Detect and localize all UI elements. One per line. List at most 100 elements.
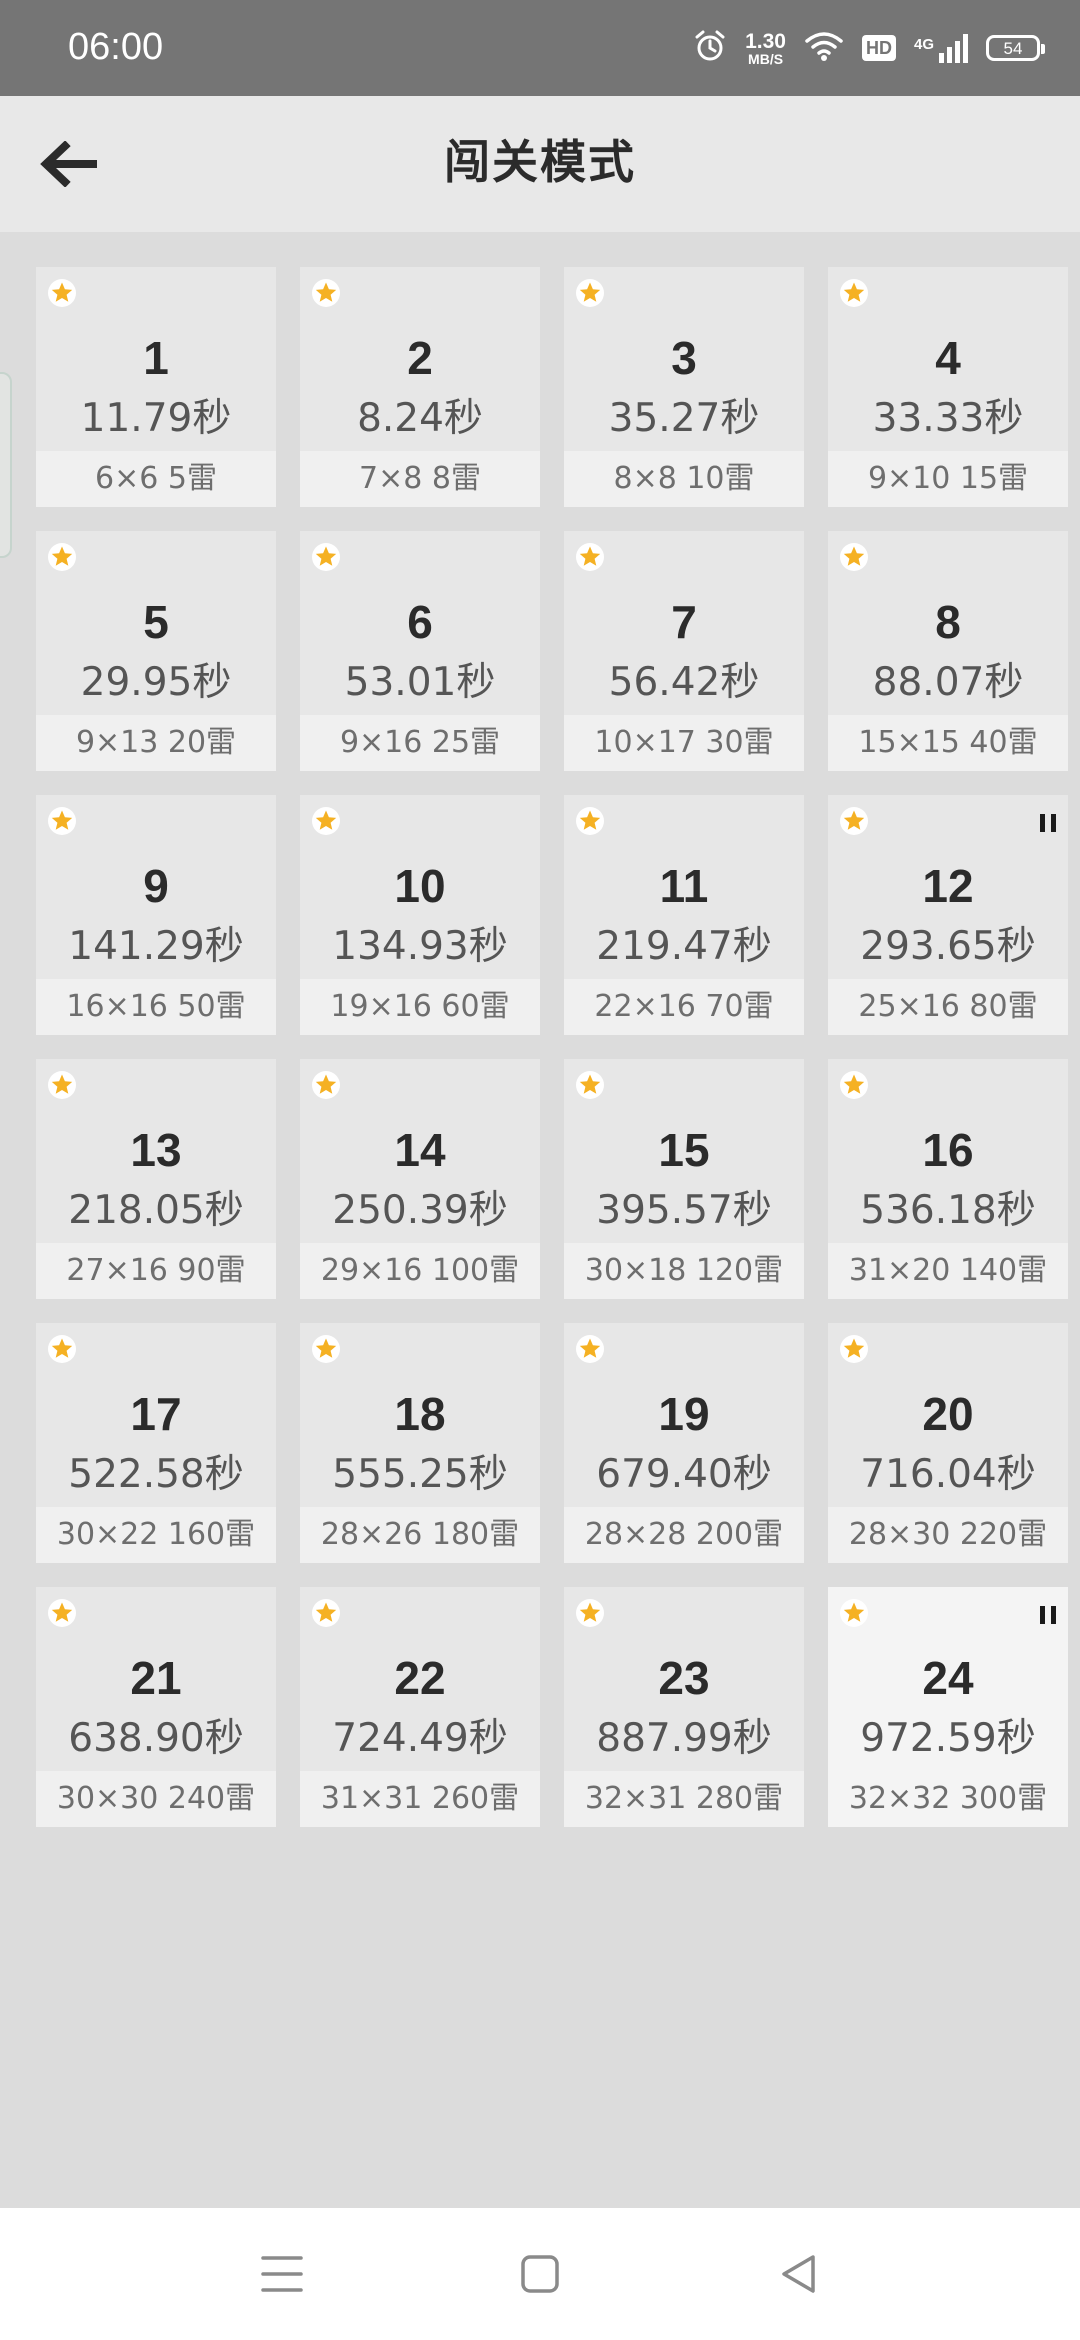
level-board-config: 27×16 90雷 <box>36 1243 276 1299</box>
level-card-21[interactable]: 21 638.90秒 30×30 240雷 <box>36 1587 276 1827</box>
level-card-17[interactable]: 17 522.58秒 30×22 160雷 <box>36 1323 276 1563</box>
star-icon <box>576 279 604 307</box>
network-speed-unit: MB/S <box>748 50 784 67</box>
level-card-22[interactable]: 22 724.49秒 31×31 260雷 <box>300 1587 540 1827</box>
level-board-config: 30×30 240雷 <box>36 1771 276 1827</box>
level-board-config: 32×32 300雷 <box>828 1771 1068 1827</box>
star-icon <box>840 1071 868 1099</box>
level-best-time: 134.93秒 <box>332 924 508 969</box>
level-card-16[interactable]: 16 536.18秒 31×20 140雷 <box>828 1059 1068 1299</box>
menu-icon <box>261 2256 303 2292</box>
level-card-8[interactable]: 8 88.07秒 15×15 40雷 <box>828 531 1068 771</box>
side-edge-tab[interactable] <box>0 372 12 558</box>
level-card-23[interactable]: 23 887.99秒 32×31 280雷 <box>564 1587 804 1827</box>
star-icon <box>576 1071 604 1099</box>
level-best-time: 724.49秒 <box>332 1716 508 1761</box>
level-best-time: 522.58秒 <box>68 1452 244 1497</box>
level-card-2[interactable]: 2 8.24秒 7×8 8雷 <box>300 267 540 507</box>
level-card-3[interactable]: 3 35.27秒 8×8 10雷 <box>564 267 804 507</box>
recent-apps-button[interactable] <box>246 2238 318 2310</box>
level-number: 3 <box>671 332 697 384</box>
level-board-config: 15×15 40雷 <box>828 715 1068 771</box>
signal-bars-icon <box>939 34 968 63</box>
level-board-config: 30×18 120雷 <box>564 1243 804 1299</box>
page-title: 闯关模式 <box>444 135 636 189</box>
level-card-18[interactable]: 18 555.25秒 28×26 180雷 <box>300 1323 540 1563</box>
level-best-time: 33.33秒 <box>872 396 1024 441</box>
alarm-icon <box>693 29 727 67</box>
level-board-config: 29×16 100雷 <box>300 1243 540 1299</box>
level-board-config: 9×13 20雷 <box>36 715 276 771</box>
level-card-9[interactable]: 9 141.29秒 16×16 50雷 <box>36 795 276 1035</box>
home-icon <box>521 2255 559 2293</box>
level-card-11[interactable]: 11 219.47秒 22×16 70雷 <box>564 795 804 1035</box>
star-icon <box>48 1071 76 1099</box>
level-card-7[interactable]: 7 56.42秒 10×17 30雷 <box>564 531 804 771</box>
level-card-24[interactable]: 24 972.59秒 32×32 300雷 <box>828 1587 1068 1827</box>
level-best-time: 53.01秒 <box>344 660 496 705</box>
wifi-icon <box>804 30 844 66</box>
star-icon <box>48 1335 76 1363</box>
navigation-bar <box>0 2208 1080 2340</box>
level-card-20[interactable]: 20 716.04秒 28×30 220雷 <box>828 1323 1068 1563</box>
star-icon <box>840 807 868 835</box>
level-card-14[interactable]: 14 250.39秒 29×16 100雷 <box>300 1059 540 1299</box>
level-best-time: 679.40秒 <box>596 1452 772 1497</box>
network-type: 4G <box>913 36 934 53</box>
level-number: 5 <box>143 596 169 648</box>
level-number: 11 <box>659 860 709 912</box>
level-best-time: 88.07秒 <box>872 660 1024 705</box>
level-best-time: 972.59秒 <box>860 1716 1036 1761</box>
battery-icon: 54 <box>986 35 1045 61</box>
level-best-time: 141.29秒 <box>68 924 244 969</box>
level-best-time: 219.47秒 <box>596 924 772 969</box>
back-nav-button[interactable] <box>762 2238 834 2310</box>
star-icon <box>840 279 868 307</box>
level-card-19[interactable]: 19 679.40秒 28×28 200雷 <box>564 1323 804 1563</box>
level-card-13[interactable]: 13 218.05秒 27×16 90雷 <box>36 1059 276 1299</box>
status-bar: 06:00 1.30 MB/S HD 4G 54 <box>0 0 1080 96</box>
level-card-1[interactable]: 1 11.79秒 6×6 5雷 <box>36 267 276 507</box>
level-best-time: 8.24秒 <box>357 396 483 441</box>
level-number: 23 <box>658 1652 710 1704</box>
star-icon <box>312 1599 340 1627</box>
level-best-time: 218.05秒 <box>68 1188 244 1233</box>
level-best-time: 56.42秒 <box>608 660 760 705</box>
level-board-config: 28×28 200雷 <box>564 1507 804 1563</box>
level-number: 18 <box>394 1388 446 1440</box>
star-icon <box>576 543 604 571</box>
star-icon <box>576 807 604 835</box>
level-best-time: 250.39秒 <box>332 1188 508 1233</box>
level-card-15[interactable]: 15 395.57秒 30×18 120雷 <box>564 1059 804 1299</box>
level-board-config: 22×16 70雷 <box>564 979 804 1035</box>
star-icon <box>48 1599 76 1627</box>
status-time: 06:00 <box>68 26 164 68</box>
level-best-time: 11.79秒 <box>80 396 232 441</box>
level-number: 10 <box>394 860 446 912</box>
level-board-config: 30×22 160雷 <box>36 1507 276 1563</box>
battery-level: 54 <box>1003 38 1023 58</box>
level-card-10[interactable]: 10 134.93秒 19×16 60雷 <box>300 795 540 1035</box>
level-number: 19 <box>658 1388 710 1440</box>
back-triangle-icon <box>782 2255 815 2293</box>
level-board-config: 9×16 25雷 <box>300 715 540 771</box>
level-best-time: 536.18秒 <box>860 1188 1036 1233</box>
home-button[interactable] <box>504 2238 576 2310</box>
level-number: 12 <box>922 860 974 912</box>
level-number: 24 <box>922 1652 974 1704</box>
level-number: 9 <box>143 860 169 912</box>
cellular-signal: 4G <box>914 33 968 63</box>
level-board-config: 8×8 10雷 <box>564 451 804 507</box>
level-number: 8 <box>935 596 961 648</box>
level-card-4[interactable]: 4 33.33秒 9×10 15雷 <box>828 267 1068 507</box>
level-board-config: 25×16 80雷 <box>828 979 1068 1035</box>
star-icon <box>312 807 340 835</box>
level-number: 17 <box>130 1388 182 1440</box>
level-number: 6 <box>407 596 433 648</box>
level-card-5[interactable]: 5 29.95秒 9×13 20雷 <box>36 531 276 771</box>
level-card-6[interactable]: 6 53.01秒 9×16 25雷 <box>300 531 540 771</box>
level-board-config: 31×31 260雷 <box>300 1771 540 1827</box>
level-card-12[interactable]: 12 293.65秒 25×16 80雷 <box>828 795 1068 1035</box>
level-number: 7 <box>671 596 697 648</box>
hd-badge: HD <box>861 35 896 61</box>
